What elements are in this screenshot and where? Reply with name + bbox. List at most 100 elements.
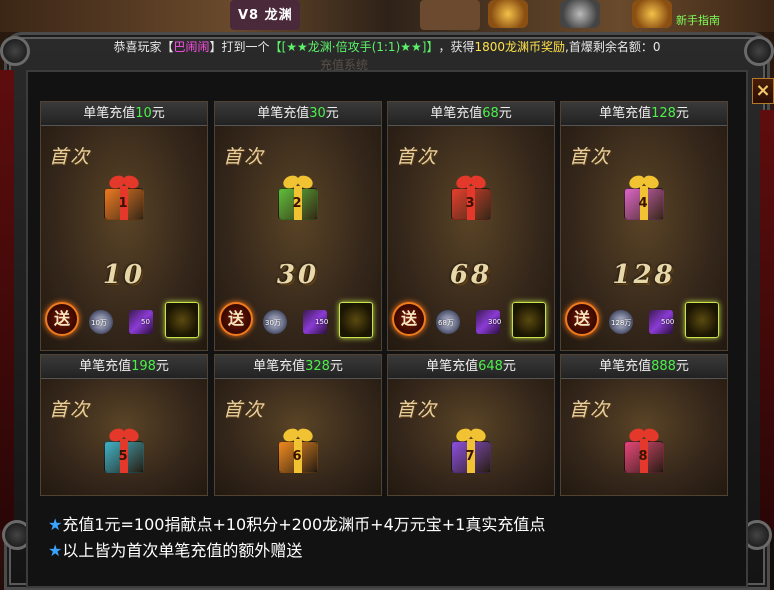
gift-number: 6	[292, 449, 302, 464]
recharge-card-30[interactable]: 单笔充值30元 首次 2 30 送 30万 150	[214, 101, 382, 351]
card-unit: 元	[155, 359, 169, 374]
card-unit: 元	[498, 106, 512, 121]
gift-box-icon[interactable]: 5	[100, 426, 146, 473]
card-header-prefix: 单笔充值	[426, 359, 479, 374]
recharge-card-888[interactable]: 单笔充值888元首次 8	[560, 354, 728, 496]
treasure-icon[interactable]	[488, 0, 528, 28]
banner-reward-prefix: ，获得	[438, 39, 475, 54]
equipment-reward-icon[interactable]	[339, 302, 373, 338]
card-amount: 30	[309, 106, 326, 121]
recharge-card-198[interactable]: 单笔充值198元 首次 5	[40, 354, 208, 496]
card-body: 首次 6	[215, 379, 381, 495]
guide-icon-label[interactable]: 新手指南	[676, 12, 720, 28]
first-recharge-label: 首次	[223, 146, 266, 168]
card-unit: 元	[675, 106, 689, 121]
card-header: 单笔充值10元	[41, 102, 207, 126]
banner-tail: ,首爆剩余名额：0	[565, 39, 661, 54]
equipment-reward-icon[interactable]	[165, 302, 199, 338]
recharge-card-68[interactable]: 单笔充值68元 首次 3 68 送 68万 300	[387, 101, 555, 351]
recharge-card-648[interactable]: 单笔充值648元首次 7	[387, 354, 555, 496]
card-header: 单笔充值328元	[215, 355, 381, 379]
bonus-send-badge: 送	[219, 302, 253, 336]
coin-amount-label: 10万	[91, 319, 107, 327]
corner-ornament-top-right	[744, 36, 774, 66]
card-amount: 648	[478, 359, 503, 374]
gift-event-icon[interactable]	[632, 0, 672, 28]
card-header-prefix: 单笔充值	[257, 106, 310, 121]
card-header-prefix: 单笔充值	[599, 106, 652, 121]
gift-number: 4	[638, 196, 648, 211]
close-button[interactable]: ×	[752, 78, 774, 104]
card-header: 单笔充值30元	[215, 102, 381, 126]
first-recharge-label: 首次	[49, 146, 92, 168]
first-recharge-label: 首次	[396, 146, 439, 168]
card-header: 单笔充值68元	[388, 102, 554, 126]
banner-reward: 1800龙渊币奖励	[474, 39, 566, 54]
gift-box-icon[interactable]: 4	[620, 173, 666, 220]
gift-number: 7	[465, 449, 475, 464]
coin-amount-label: 128万	[611, 319, 632, 327]
gem-amount-label: 50	[141, 318, 150, 326]
card-header-prefix: 单笔充值	[599, 359, 652, 374]
reward-row: 送 128万 500	[561, 296, 727, 344]
gem-amount-label: 150	[315, 318, 329, 326]
gift-number: 2	[292, 196, 302, 211]
info-line-1: ★充值1元=100捐献点+10积分+200龙渊币+4万元宝+1真实充值点	[48, 512, 545, 538]
gift-box-icon[interactable]: 6	[274, 426, 320, 473]
left-frame-ornament	[0, 70, 14, 530]
card-amount: 128	[651, 106, 676, 121]
star-icon: ★	[48, 541, 63, 560]
recharge-amount-display: 128	[612, 260, 676, 290]
card-amount: 198	[131, 359, 156, 374]
equipment-reward-icon[interactable]	[685, 302, 719, 338]
card-unit: 元	[675, 359, 689, 374]
card-header: 单笔充值648元	[388, 355, 554, 379]
info-line-2-text: 以上皆为首次单笔充值的额外赠送	[62, 541, 303, 560]
recharge-amount-display: 10	[102, 260, 146, 290]
banner-prefix: 恭喜玩家【	[113, 39, 174, 54]
gift-box-icon[interactable]: 3	[447, 173, 493, 220]
gem-amount-label: 500	[661, 318, 675, 326]
card-header-prefix: 单笔充值	[430, 106, 483, 121]
reward-row: 送 10万 50	[41, 296, 207, 344]
gift-box-icon[interactable]: 1	[100, 173, 146, 220]
card-unit: 元	[329, 359, 343, 374]
card-body: 首次 3 68 送 68万 300	[388, 126, 554, 350]
recharge-card-328[interactable]: 单笔充值328元首次 6	[214, 354, 382, 496]
card-amount: 888	[651, 359, 676, 374]
game-top-bar: V8 龙渊 新手指南	[0, 0, 774, 32]
card-amount: 328	[305, 359, 330, 374]
gift-number: 1	[118, 196, 128, 211]
card-body: 首次 2 30 送 30万 150	[215, 126, 381, 350]
first-recharge-label: 首次	[223, 399, 266, 421]
gift-box-icon[interactable]: 8	[620, 426, 666, 473]
card-body: 首次 8	[561, 379, 727, 495]
building-icon[interactable]	[560, 0, 600, 28]
gift-number: 8	[638, 449, 648, 464]
recharge-amount-display: 30	[276, 260, 320, 290]
equipment-reward-icon[interactable]	[512, 302, 546, 338]
recharge-card-10[interactable]: 单笔充值10元首次 1 10 送 10万 50	[40, 101, 208, 351]
card-amount: 10	[135, 106, 152, 121]
panel-title: 充值系统	[320, 58, 369, 72]
card-header: 单笔充值128元	[561, 102, 727, 126]
first-recharge-label: 首次	[569, 146, 612, 168]
first-recharge-label: 首次	[396, 399, 439, 421]
banner-mid-text: 】打到一个	[209, 39, 270, 54]
card-header-prefix: 单笔充值	[253, 359, 306, 374]
recharge-info: ★充值1元=100捐献点+10积分+200龙渊币+4万元宝+1真实充值点 ★以上…	[48, 512, 545, 564]
bonus-send-badge: 送	[45, 302, 79, 336]
gift-number: 5	[118, 449, 128, 464]
announcement-banner: 恭喜玩家【 巴闹闹 】打到一个 【[★★龙渊·倍攻手(1:1)★★]】 ，获得 …	[26, 36, 748, 56]
gift-box-icon[interactable]: 2	[274, 173, 320, 220]
card-unit: 元	[151, 106, 165, 121]
card-body: 首次 5	[41, 379, 207, 495]
recharge-card-128[interactable]: 单笔充值128元 首次 4 128 送 128万 500	[560, 101, 728, 351]
first-recharge-label: 首次	[569, 399, 612, 421]
coin-amount-label: 68万	[438, 319, 454, 327]
reward-row: 送 68万 300	[388, 296, 554, 344]
gift-box-icon[interactable]: 7	[447, 426, 493, 473]
card-body: 首次 4 128 送 128万 500	[561, 126, 727, 350]
npc-figure	[420, 0, 480, 30]
first-recharge-label: 首次	[49, 399, 92, 421]
